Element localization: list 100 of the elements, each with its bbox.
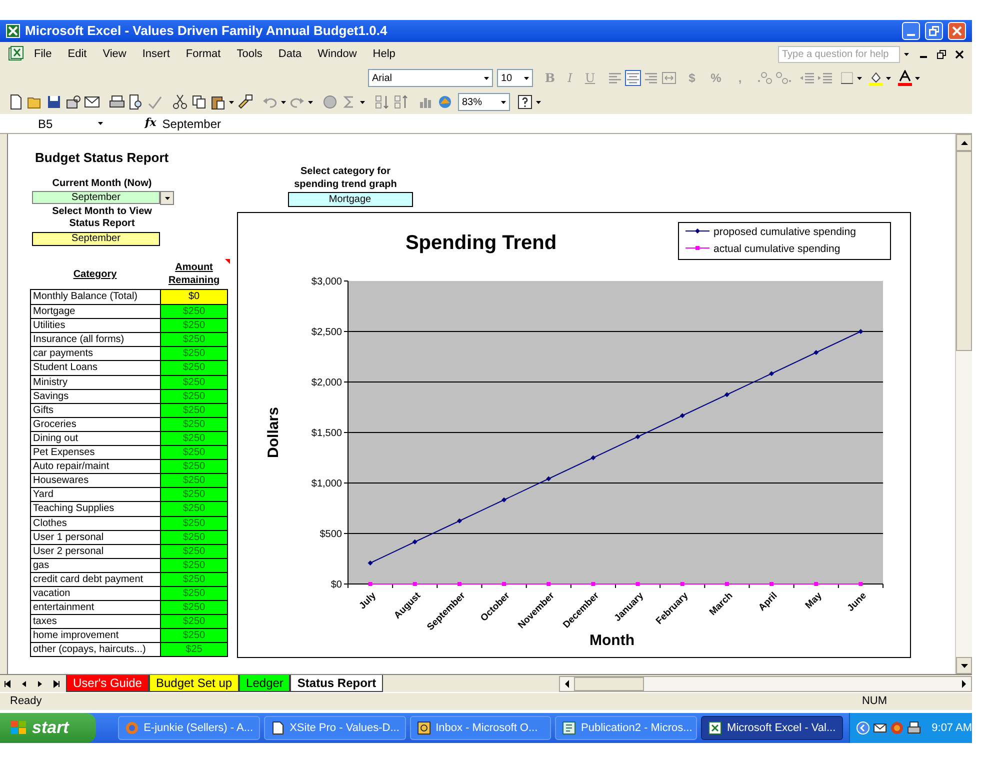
help-search-field[interactable]: Type a question for help: [778, 46, 900, 62]
sort-descending-icon[interactable]: [393, 94, 409, 110]
menu-item[interactable]: Data: [272, 46, 308, 62]
data-point: [724, 582, 729, 586]
previous-sheet-icon[interactable]: [20, 680, 28, 688]
last-sheet-icon[interactable]: [52, 680, 60, 688]
field-label: Select Month to View Status Report: [51, 206, 153, 230]
help-icon[interactable]: [517, 94, 533, 110]
copy-icon[interactable]: [191, 94, 207, 110]
printer-icon[interactable]: [906, 721, 921, 735]
zoom-field[interactable]: 83%: [458, 93, 510, 111]
close-icon[interactable]: [955, 50, 964, 58]
dropdown-caret-icon[interactable]: [229, 100, 234, 104]
sort-ascending-icon[interactable]: [374, 94, 390, 110]
menu-item[interactable]: Edit: [62, 46, 93, 62]
x-tick-label: May: [803, 590, 824, 612]
chart-title: Spending Trend: [405, 232, 557, 254]
y-tick-label: $1,500: [311, 428, 342, 439]
horizontal-scrollbar[interactable]: [559, 676, 972, 692]
data-point: [546, 476, 552, 482]
mail-icon[interactable]: [872, 721, 887, 735]
data-point: [457, 582, 462, 586]
font-size-field[interactable]: 10: [497, 69, 533, 87]
dropdown-caret-icon[interactable]: [98, 122, 103, 125]
menu-item[interactable]: Help: [366, 46, 402, 62]
data-point: [456, 518, 462, 524]
font-name-field[interactable]: Arial: [368, 69, 493, 87]
font-color-icon[interactable]: [897, 70, 913, 86]
scroll-thumb[interactable]: [574, 676, 644, 690]
taskbar-button[interactable]: Publication2 - Micros...: [555, 716, 698, 740]
close-button[interactable]: [948, 22, 966, 40]
first-sheet-icon[interactable]: [4, 680, 12, 688]
field-label: Select category for spending trend graph: [293, 165, 398, 191]
dropdown-caret-icon[interactable]: [886, 76, 891, 80]
email-icon[interactable]: [84, 94, 100, 110]
permission-icon[interactable]: [65, 94, 81, 110]
menu-item[interactable]: Tools: [230, 46, 268, 62]
print-icon[interactable]: [109, 94, 125, 110]
vertical-scrollbar[interactable]: [955, 134, 972, 674]
menu-item[interactable]: File: [28, 46, 58, 62]
restore-icon[interactable]: [937, 50, 946, 58]
minimize-button[interactable]: [902, 22, 920, 40]
legend-label: proposed cumulative spending: [714, 226, 856, 238]
borders-icon[interactable]: [839, 70, 855, 86]
menu-item[interactable]: Insert: [136, 46, 176, 62]
taskbar-button[interactable]: E-junkie (Sellers) - A...: [118, 716, 260, 740]
menu-item[interactable]: Window: [312, 46, 363, 62]
legend-swatch: [685, 246, 710, 250]
month-field[interactable]: September: [32, 232, 160, 246]
dropdown-caret-icon[interactable]: [904, 52, 909, 56]
minimize-icon: [907, 34, 915, 36]
data-point: [858, 582, 863, 586]
dropdown-caret-icon[interactable]: [308, 100, 313, 104]
paste-icon[interactable]: [210, 94, 226, 110]
print-preview-icon[interactable]: [128, 94, 144, 110]
dropdown-caret-icon[interactable]: [281, 100, 286, 104]
dropdown-caret-icon[interactable]: [536, 100, 541, 104]
month-dropdown[interactable]: September: [32, 191, 160, 204]
dropdown-button[interactable]: [160, 191, 174, 205]
new-file-icon[interactable]: [8, 94, 24, 110]
dropdown-caret-icon[interactable]: [360, 100, 365, 104]
sheet-tab[interactable]: Ledger: [239, 675, 290, 692]
taskbar-button[interactable]: Inbox - Microsoft O...: [410, 716, 552, 740]
y-axis-title: Dollars: [265, 407, 282, 458]
dropdown-caret-icon[interactable]: [915, 76, 920, 80]
function-button[interactable]: fx: [145, 115, 156, 132]
scroll-up-icon[interactable]: [960, 140, 968, 144]
format-painter-icon[interactable]: [237, 94, 253, 110]
data-point: [814, 350, 819, 355]
table-cell: $250: [161, 361, 227, 375]
save-icon[interactable]: [46, 94, 62, 110]
sheet-tab[interactable]: User's Guide: [66, 675, 149, 692]
menu-item[interactable]: View: [96, 46, 132, 62]
drawing-icon[interactable]: [437, 94, 453, 110]
next-sheet-icon[interactable]: [36, 680, 44, 688]
sheet-tab[interactable]: Budget Set up: [148, 675, 240, 692]
scroll-thumb[interactable]: [956, 151, 972, 351]
dropdown-caret-icon[interactable]: [484, 76, 489, 80]
table-cell: $250: [161, 572, 227, 586]
dropdown-caret-icon[interactable]: [501, 100, 506, 104]
data-point: [412, 539, 418, 544]
dropdown-caret-icon[interactable]: [857, 76, 862, 80]
data-point: [769, 371, 774, 376]
sheet-tab[interactable]: Status Report: [290, 675, 384, 692]
menu-item[interactable]: Format: [180, 46, 227, 62]
taskbar-button[interactable]: XSite Pro - Values-D...: [264, 716, 406, 740]
scroll-down-icon[interactable]: [960, 664, 968, 668]
category-field[interactable]: Mortgage: [288, 192, 412, 207]
y-tick-label: $2,000: [311, 378, 342, 388]
dropdown-caret-icon[interactable]: [524, 76, 529, 80]
close-icon: [952, 26, 962, 36]
fill-color-icon[interactable]: [868, 70, 884, 86]
table-cell: $250: [161, 446, 227, 460]
cut-icon[interactable]: [172, 94, 188, 110]
workbook-icon[interactable]: [8, 46, 24, 62]
table-cell: $250: [161, 488, 227, 502]
table-cell: $250: [161, 460, 227, 474]
align-center-icon[interactable]: [625, 70, 641, 86]
taskbar-button[interactable]: Microsoft Excel - Val...: [701, 716, 843, 740]
restore-button[interactable]: [925, 22, 943, 40]
